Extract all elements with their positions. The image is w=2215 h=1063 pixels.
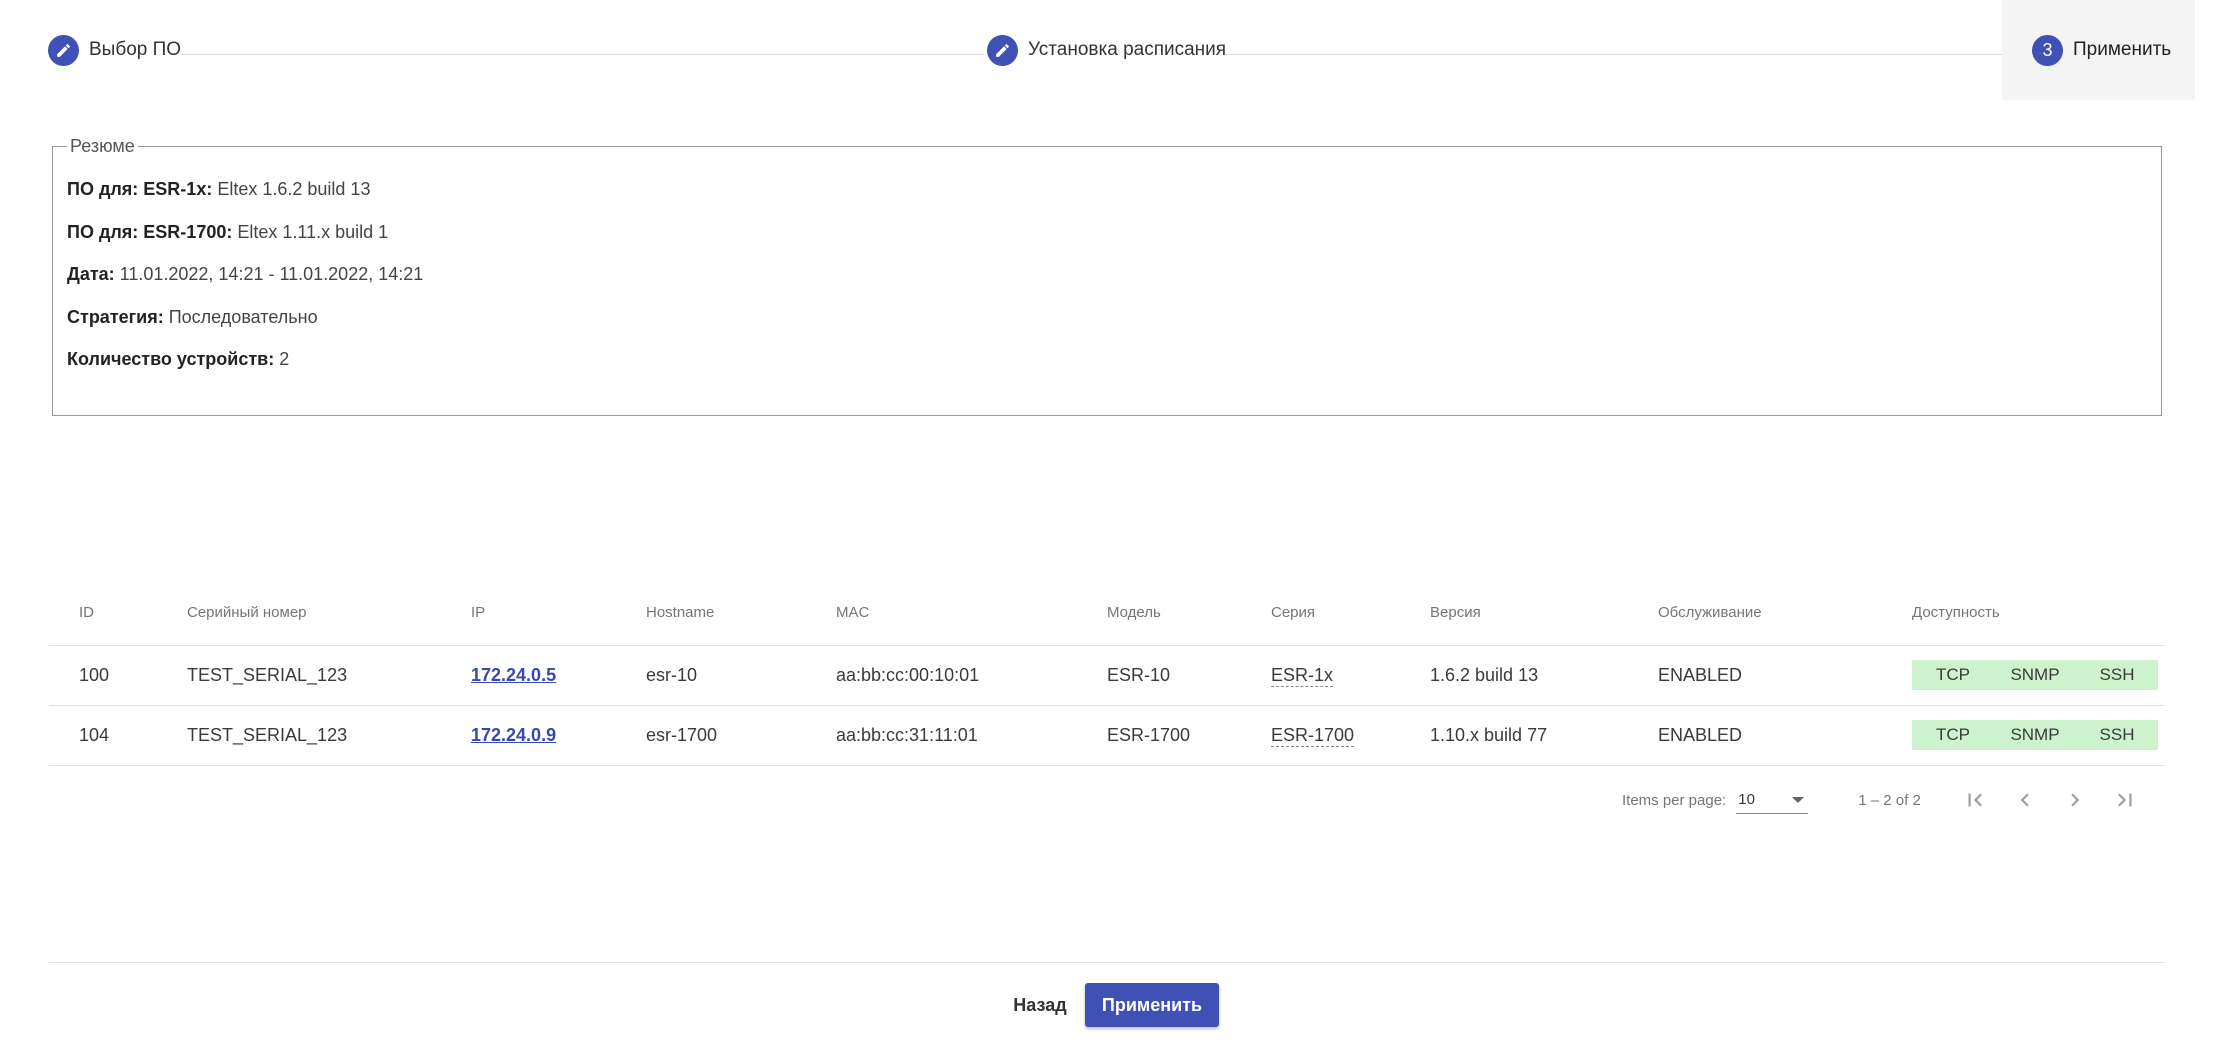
summary-value: Eltex 1.6.2 build 13 (217, 179, 371, 199)
column-header-series[interactable]: Серия (1271, 580, 1430, 646)
ip-link[interactable]: 172.24.0.5 (471, 665, 556, 685)
series-tooltip-trigger[interactable]: ESR-1700 (1271, 724, 1355, 747)
stepper: Выбор ПО Установка расписания 3 Применит… (0, 0, 2215, 100)
back-button[interactable]: Назад (1000, 983, 1080, 1027)
column-header-service[interactable]: Обслуживание (1658, 580, 1912, 646)
summary-value: 2 (279, 349, 290, 369)
footer-divider (49, 962, 2165, 963)
items-per-page-label: Items per page: (1622, 791, 1727, 809)
availability-tcp: TCP (1936, 725, 1970, 744)
cell-service: ENABLED (1658, 645, 1912, 706)
paginator: Items per page: 10 1 – 2 of 2 (1600, 776, 2165, 824)
previous-page-button[interactable] (2011, 786, 2039, 814)
cell-serial: TEST_SERIAL_123 (187, 645, 471, 706)
page: Выбор ПО Установка расписания 3 Применит… (0, 0, 2215, 1063)
cell-id: 100 (49, 645, 187, 706)
availability-ssh: SSH (2099, 665, 2135, 684)
column-header-version[interactable]: Версия (1430, 580, 1658, 646)
cell-version: 1.6.2 build 13 (1430, 645, 1658, 706)
step-apply[interactable]: 3 Применить (2002, 0, 2195, 100)
caret-down-icon (1792, 796, 1805, 803)
cell-version: 1.10.x build 77 (1430, 705, 1658, 766)
cell-service: ENABLED (1658, 705, 1912, 766)
availability-ssh: SSH (2099, 725, 2135, 744)
apply-button[interactable]: Применить (1085, 983, 1219, 1027)
summary-row: Стратегия: Последовательно (67, 305, 2147, 348)
stepper-connector (182, 54, 984, 55)
column-header-id[interactable]: ID (49, 580, 187, 646)
cell-mac: aa:bb:cc:00:10:01 (836, 645, 1107, 706)
cell-series: ESR-1x (1271, 645, 1430, 706)
items-per-page-value: 10 (1738, 791, 1755, 808)
column-header-hostname[interactable]: Hostname (646, 580, 836, 646)
table-row: 104 TEST_SERIAL_123 172.24.0.9 esr-1700 … (49, 705, 2165, 766)
cell-model: ESR-10 (1107, 645, 1271, 706)
cell-availability: TCP SNMP SSH (1912, 705, 2165, 766)
page-range-label: 1 – 2 of 2 (1858, 791, 1921, 809)
summary-row: ПО для: ESR-1x: Eltex 1.6.2 build 13 (67, 177, 2147, 220)
cell-hostname: esr-10 (646, 645, 836, 706)
cell-ip: 172.24.0.5 (471, 645, 646, 706)
next-page-button[interactable] (2061, 786, 2089, 814)
ip-link[interactable]: 172.24.0.9 (471, 725, 556, 745)
cell-model: ESR-1700 (1107, 705, 1271, 766)
cell-series: ESR-1700 (1271, 705, 1430, 766)
column-header-mac[interactable]: MAC (836, 580, 1107, 646)
summary-value: 11.01.2022, 14:21 - 11.01.2022, 14:21 (119, 264, 424, 284)
last-page-icon (2117, 793, 2132, 807)
summary-legend: Резюме (67, 136, 138, 157)
column-header-ip[interactable]: IP (471, 580, 646, 646)
cell-availability: TCP SNMP SSH (1912, 645, 2165, 706)
step-schedule[interactable]: Установка расписания (987, 0, 1226, 100)
stepper-connector (1225, 54, 2002, 55)
items-per-page-select[interactable]: 10 (1736, 786, 1809, 814)
pager-buttons (1961, 786, 2139, 814)
column-header-model[interactable]: Модель (1107, 580, 1271, 646)
summary-key: Дата: (67, 264, 115, 284)
cell-serial: TEST_SERIAL_123 (187, 705, 471, 766)
cell-ip: 172.24.0.9 (471, 705, 646, 766)
column-header-availability[interactable]: Доступность (1912, 580, 2165, 646)
step-select-software[interactable]: Выбор ПО (48, 0, 181, 100)
step-number: 3 (2032, 34, 2063, 66)
availability-snmp: SNMP (2010, 665, 2060, 684)
summary-key: Количество устройств: (67, 349, 275, 369)
availability-tcp: TCP (1936, 665, 1970, 684)
summary-row: Дата: 11.01.2022, 14:21 - 11.01.2022, 14… (67, 262, 2147, 305)
cell-mac: aa:bb:cc:31:11:01 (836, 705, 1107, 766)
chevron-left-icon (2020, 793, 2029, 807)
availability-badges: TCP SNMP SSH (1912, 720, 2158, 750)
edit-icon (987, 34, 1018, 66)
availability-snmp: SNMP (2010, 725, 2060, 744)
table-row: 100 TEST_SERIAL_123 172.24.0.5 esr-10 aa… (49, 645, 2165, 706)
table-header-row: ID Серийный номер IP Hostname MAC Модель… (49, 580, 2165, 646)
summary-row: Количество устройств: 2 (67, 347, 2147, 390)
first-page-icon (1968, 793, 1982, 807)
summary-key: Стратегия: (67, 306, 164, 327)
summary-value: Eltex 1.11.x build 1 (237, 221, 389, 242)
summary-panel: Резюме ПО для: ESR-1x: Eltex 1.6.2 build… (52, 136, 2162, 416)
summary-key: ПО для: ESR-1700: (67, 221, 233, 242)
series-tooltip-trigger[interactable]: ESR-1x (1271, 664, 1334, 687)
step-label: Выбор ПО (89, 39, 182, 60)
cell-id: 104 (49, 705, 187, 766)
cell-hostname: esr-1700 (646, 705, 836, 766)
first-page-button[interactable] (1961, 786, 1989, 814)
edit-icon (48, 34, 79, 66)
step-label: Применить (2073, 39, 2172, 60)
summary-key: ПО для: ESR-1x: (67, 179, 213, 199)
step-label: Установка расписания (1028, 39, 1227, 60)
last-page-button[interactable] (2111, 786, 2139, 814)
chevron-right-icon (2071, 793, 2080, 807)
availability-badges: TCP SNMP SSH (1912, 660, 2158, 690)
column-header-serial[interactable]: Серийный номер (187, 580, 471, 646)
summary-row: ПО для: ESR-1700: Eltex 1.11.x build 1 (67, 220, 2147, 263)
summary-value: Последовательно (168, 306, 318, 327)
devices-table: ID Серийный номер IP Hostname MAC Модель… (49, 580, 2165, 766)
